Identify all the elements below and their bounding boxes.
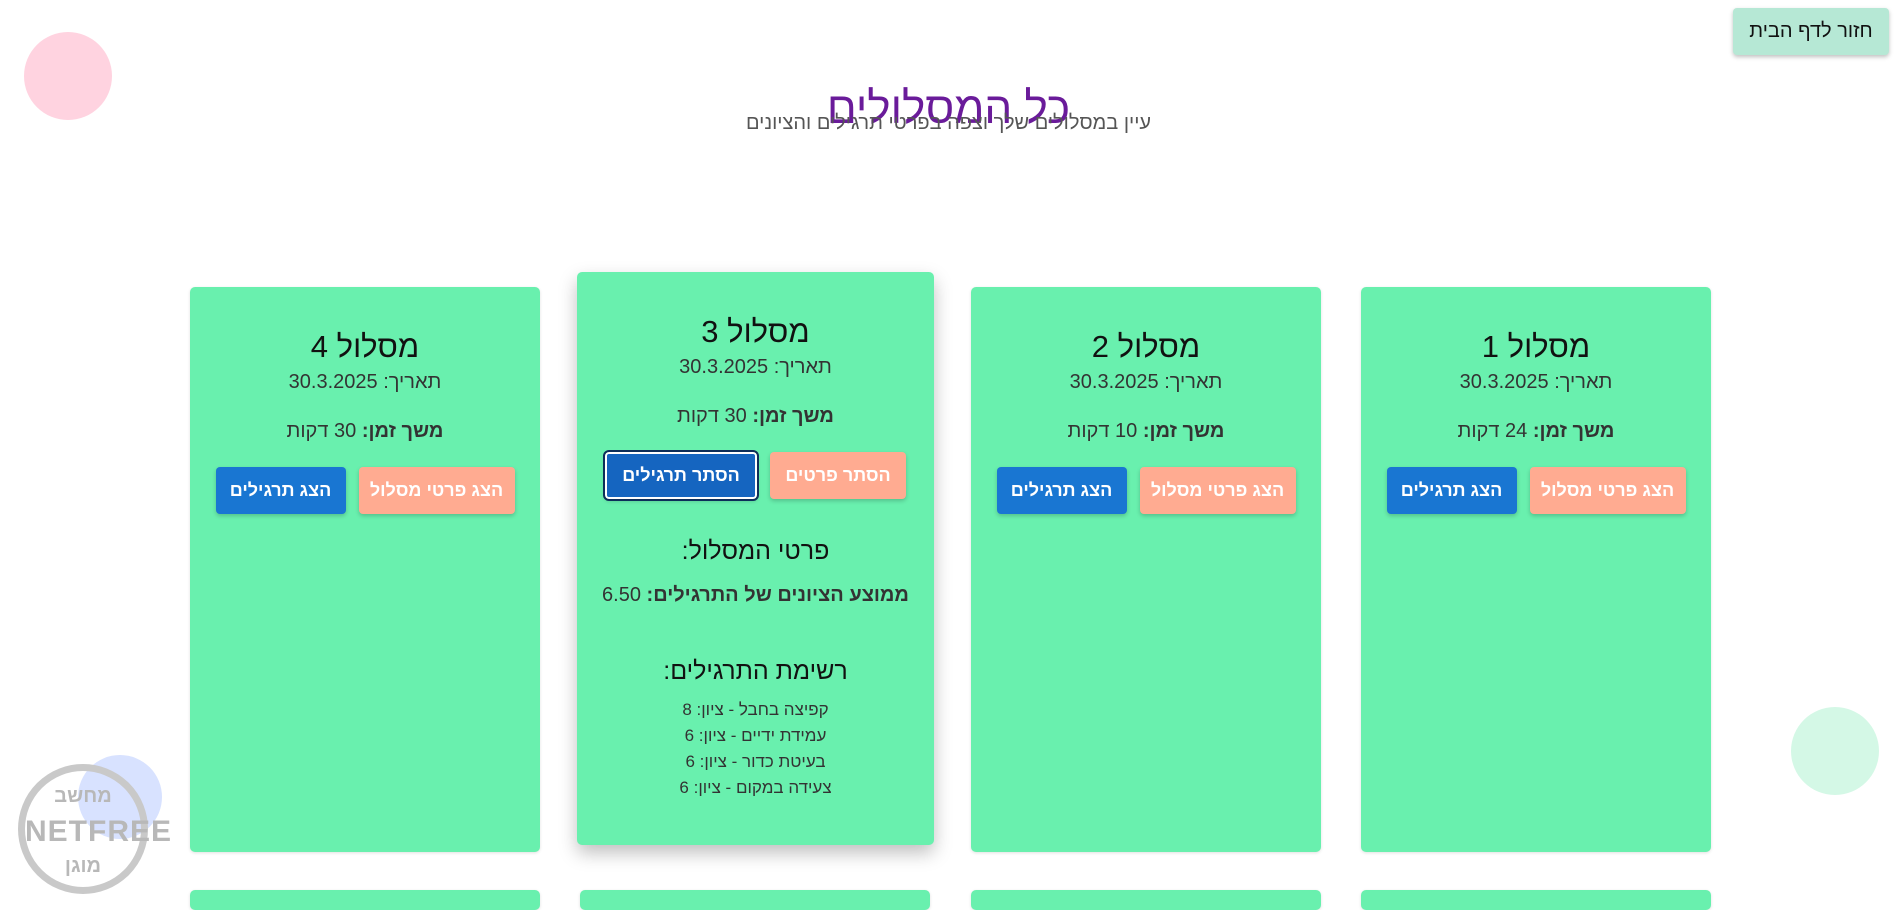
exercise-item: צעידה במקום - ציון: 6	[679, 778, 832, 797]
route-duration: משך זמן: 30 דקות	[286, 420, 444, 442]
show-exercises-button[interactable]: הצג תרגילים	[215, 467, 346, 514]
route-details-heading: פרטי המסלול:	[681, 537, 830, 565]
hide-details-button[interactable]: הסתר פרטים	[770, 452, 906, 499]
route-card-1: מסלול 1 תאריך: 30.3.2025 משך זמן: 24 דקו…	[1361, 287, 1711, 852]
route-card-next	[971, 890, 1321, 910]
route-duration: משך זמן: 10 דקות	[1067, 420, 1225, 442]
netfree-watermark: מחשב NETFREE מוגן	[18, 764, 171, 894]
show-route-details-button[interactable]: הצג פרטי מסלול	[358, 467, 515, 514]
route-title: מסלול 4	[310, 329, 420, 364]
route-card-next	[190, 890, 540, 910]
exercise-item: קפיצה בחבל - ציון: 8	[682, 700, 829, 719]
route-title: מסלול 3	[701, 314, 810, 349]
route-card-4: מסלול 4 תאריך: 30.3.2025 משך זמן: 30 דקו…	[190, 287, 540, 852]
show-exercises-button[interactable]: הצג תרגילים	[1386, 467, 1517, 514]
decorative-circle-mint	[1791, 707, 1879, 795]
route-title: מסלול 1	[1481, 329, 1591, 364]
home-button[interactable]: חזור לדף הבית	[1733, 8, 1889, 55]
route-date: תאריך: 30.3.2025	[1459, 371, 1613, 393]
exercise-item: עמידת ידיים - ציון: 6	[684, 726, 827, 745]
average-score: ממוצע הציונים של התרגילים: 6.50	[602, 584, 909, 606]
page-subtitle: עיין במסלולים שלך וצפה בפרטי תרגילים והצ…	[745, 112, 1152, 134]
route-date: תאריך: 30.3.2025	[288, 371, 442, 393]
show-exercises-button[interactable]: הצג תרגילים	[996, 467, 1127, 514]
route-card-next	[1361, 890, 1711, 910]
route-card-2: מסלול 2 תאריך: 30.3.2025 משך זמן: 10 דקו…	[971, 287, 1321, 852]
hide-exercises-button[interactable]: הסתר תרגילים	[603, 450, 759, 501]
exercise-item: בעיטת כדור - ציון: 6	[685, 752, 826, 771]
route-date: תאריך: 30.3.2025	[1069, 371, 1223, 393]
exercises-heading: רשימת התרגילים:	[663, 657, 848, 685]
show-route-details-button[interactable]: הצג פרטי מסלול	[1529, 467, 1686, 514]
route-date: תאריך: 30.3.2025	[679, 356, 832, 378]
route-duration: משך זמן: 24 דקות	[1457, 420, 1615, 442]
exercise-list: קפיצה בחבל - ציון: 8 עמידת ידיים - ציון:…	[577, 697, 934, 801]
route-duration: משך זמן: 30 דקות	[677, 405, 834, 427]
route-title: מסלול 2	[1091, 329, 1201, 364]
show-route-details-button[interactable]: הצג פרטי מסלול	[1139, 467, 1296, 514]
route-card-3: מסלול 3 תאריך: 30.3.2025 משך זמן: 30 דקו…	[577, 272, 934, 845]
route-card-next	[580, 890, 930, 910]
